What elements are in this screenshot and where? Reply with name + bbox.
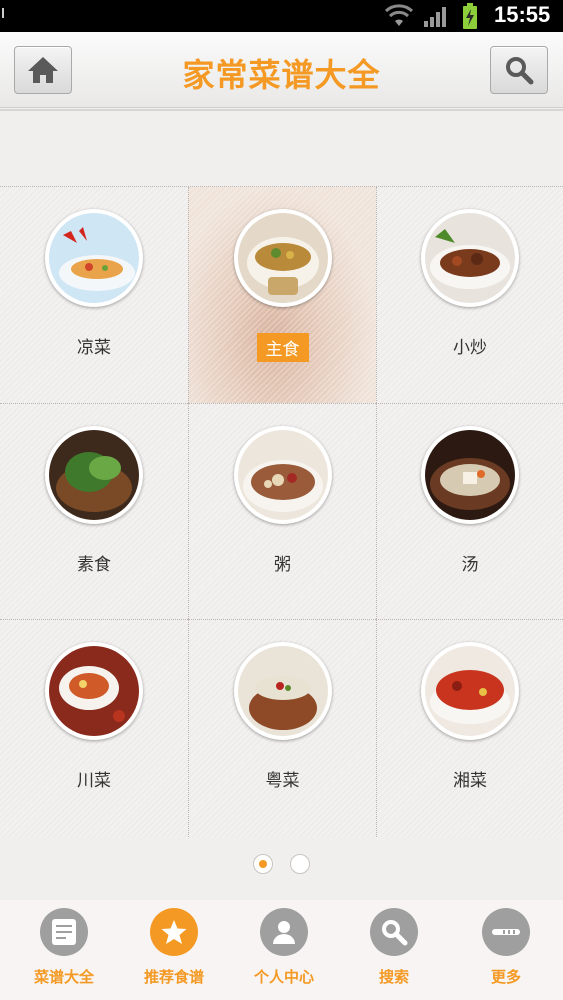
category-staple-food[interactable]: 主食 — [188, 187, 376, 403]
notification-icon — [2, 8, 6, 18]
category-label: 川菜 — [77, 771, 111, 791]
page-dot-1[interactable] — [252, 854, 273, 874]
sichuan-dish-icon — [45, 642, 143, 740]
nav-profile[interactable]: 个人中心 — [234, 908, 334, 987]
category-vegetarian[interactable]: 素食 — [0, 403, 188, 619]
category-cold-dish[interactable]: 凉菜 — [0, 187, 188, 403]
nav-label: 更多 — [490, 968, 521, 986]
star-icon — [150, 908, 198, 956]
porridge-icon — [233, 426, 332, 524]
vegetarian-icon — [45, 426, 143, 524]
category-porridge[interactable]: 粥 — [188, 403, 376, 619]
bottom-nav: 菜谱大全 推荐食谱 个人中心 搜索 更多 — [0, 900, 563, 1000]
category-cantonese[interactable]: 粤菜 — [188, 619, 376, 837]
wifi-icon — [384, 4, 414, 26]
search-button[interactable] — [490, 46, 548, 94]
category-sichuan[interactable]: 川菜 — [0, 619, 188, 837]
cantonese-dish-icon — [233, 642, 332, 740]
category-grid: 凉菜 主食 小炒 素食 粥 汤 川菜 粤菜 湘菜 — [0, 186, 563, 837]
app-header: 家常菜谱大全 — [0, 32, 563, 111]
category-label: 素食 — [77, 555, 111, 575]
battery-icon — [463, 3, 477, 29]
nav-recipe-list[interactable]: 菜谱大全 — [14, 908, 114, 987]
nav-label: 搜索 — [378, 968, 409, 986]
signal-icon — [424, 7, 446, 27]
stir-fry-icon — [421, 209, 519, 307]
category-label: 粥 — [274, 555, 291, 575]
user-icon — [260, 908, 308, 956]
status-bar: 15:55 — [0, 0, 563, 32]
nav-label: 个人中心 — [253, 968, 314, 986]
nav-search[interactable]: 搜索 — [344, 908, 444, 987]
category-hunan[interactable]: 湘菜 — [376, 619, 563, 837]
soup-icon — [421, 426, 519, 524]
more-icon — [482, 908, 530, 956]
category-label: 粤菜 — [265, 771, 300, 791]
nav-label: 推荐食谱 — [143, 968, 204, 986]
search-icon — [370, 908, 418, 956]
category-stir-fry[interactable]: 小炒 — [376, 187, 563, 403]
category-label: 凉菜 — [77, 338, 111, 358]
clock: 15:55 — [494, 2, 551, 27]
hunan-dish-icon — [421, 642, 519, 740]
page-indicator — [0, 854, 563, 878]
category-label: 主食 — [189, 333, 376, 362]
nav-more[interactable]: 更多 — [456, 908, 556, 987]
staple-food-icon — [233, 209, 332, 307]
nav-label: 菜谱大全 — [33, 968, 94, 986]
nav-recommended[interactable]: 推荐食谱 — [124, 908, 224, 987]
search-icon — [506, 57, 534, 85]
category-soup[interactable]: 汤 — [376, 403, 563, 619]
menu-list-icon — [40, 908, 88, 956]
page-dot-2[interactable] — [290, 854, 311, 874]
category-label: 湘菜 — [453, 771, 487, 791]
category-label: 小炒 — [453, 338, 487, 358]
app-title: 家常菜谱大全 — [182, 56, 381, 94]
category-label: 汤 — [461, 555, 479, 575]
cold-dish-icon — [45, 209, 143, 307]
